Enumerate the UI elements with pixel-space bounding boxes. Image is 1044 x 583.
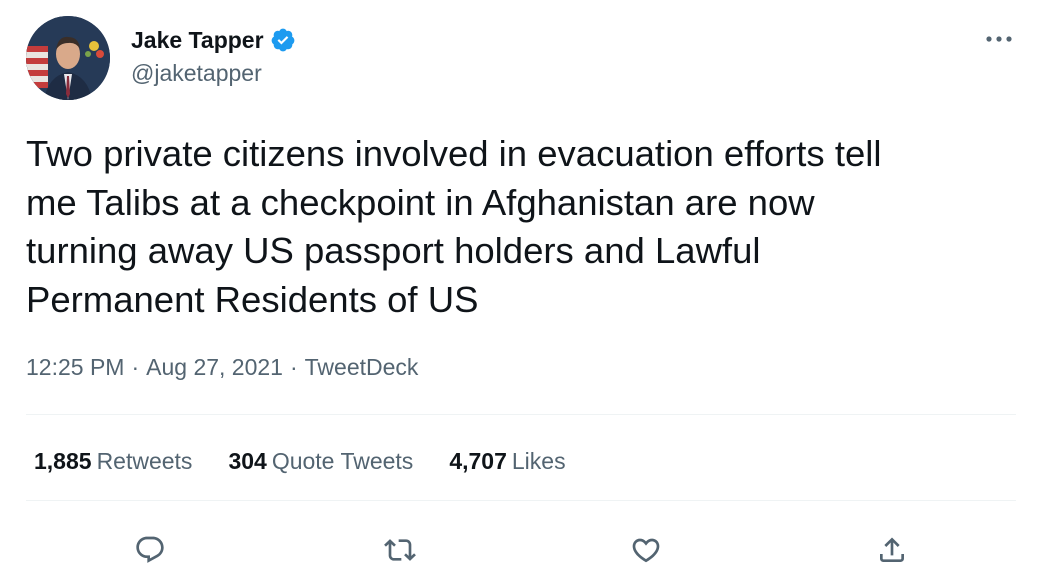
tweet-text: Two private citizens involved in evacuat… xyxy=(26,133,882,320)
verified-badge-icon xyxy=(270,27,296,53)
likes-stat[interactable]: 4,707 Likes xyxy=(449,448,565,475)
avatar[interactable] xyxy=(26,16,110,100)
tweet: Jake Tapper @jaketapper Two private citi… xyxy=(0,0,1044,583)
retweets-count: 1,885 xyxy=(34,448,92,474)
meta-separator: · xyxy=(289,354,298,380)
more-options-icon[interactable] xyxy=(982,24,1016,54)
tweet-stats: 1,885 Retweets 304 Quote Tweets 4,707 Likes xyxy=(34,448,602,475)
quotes-label: Quote Tweets xyxy=(271,448,414,474)
quote-tweets-stat[interactable]: 304 Quote Tweets xyxy=(228,448,413,475)
user-handle[interactable]: @jaketapper xyxy=(131,60,296,87)
retweets-label: Retweets xyxy=(96,448,193,474)
tweet-meta: 12:25 PM · Aug 27, 2021 · TweetDeck xyxy=(26,354,418,381)
tweet-date[interactable]: Aug 27, 2021 xyxy=(146,354,283,381)
tweet-time[interactable]: 12:25 PM xyxy=(26,354,124,381)
likes-count: 4,707 xyxy=(449,448,507,474)
tweet-source[interactable]: TweetDeck xyxy=(305,354,419,381)
display-name[interactable]: Jake Tapper xyxy=(131,27,264,54)
share-icon[interactable] xyxy=(870,528,914,572)
divider xyxy=(26,500,1016,501)
name-row: Jake Tapper xyxy=(131,24,296,56)
meta-separator: · xyxy=(131,354,140,380)
quotes-count: 304 xyxy=(228,448,267,474)
tweet-actions xyxy=(0,528,1044,572)
author-info: Jake Tapper @jaketapper xyxy=(131,24,296,87)
divider xyxy=(26,414,1016,415)
likes-label: Likes xyxy=(511,448,566,474)
reply-icon[interactable] xyxy=(128,528,172,572)
retweet-icon[interactable] xyxy=(378,528,422,572)
like-icon[interactable] xyxy=(624,528,668,572)
avatar-image xyxy=(26,16,110,100)
retweets-stat[interactable]: 1,885 Retweets xyxy=(34,448,192,475)
